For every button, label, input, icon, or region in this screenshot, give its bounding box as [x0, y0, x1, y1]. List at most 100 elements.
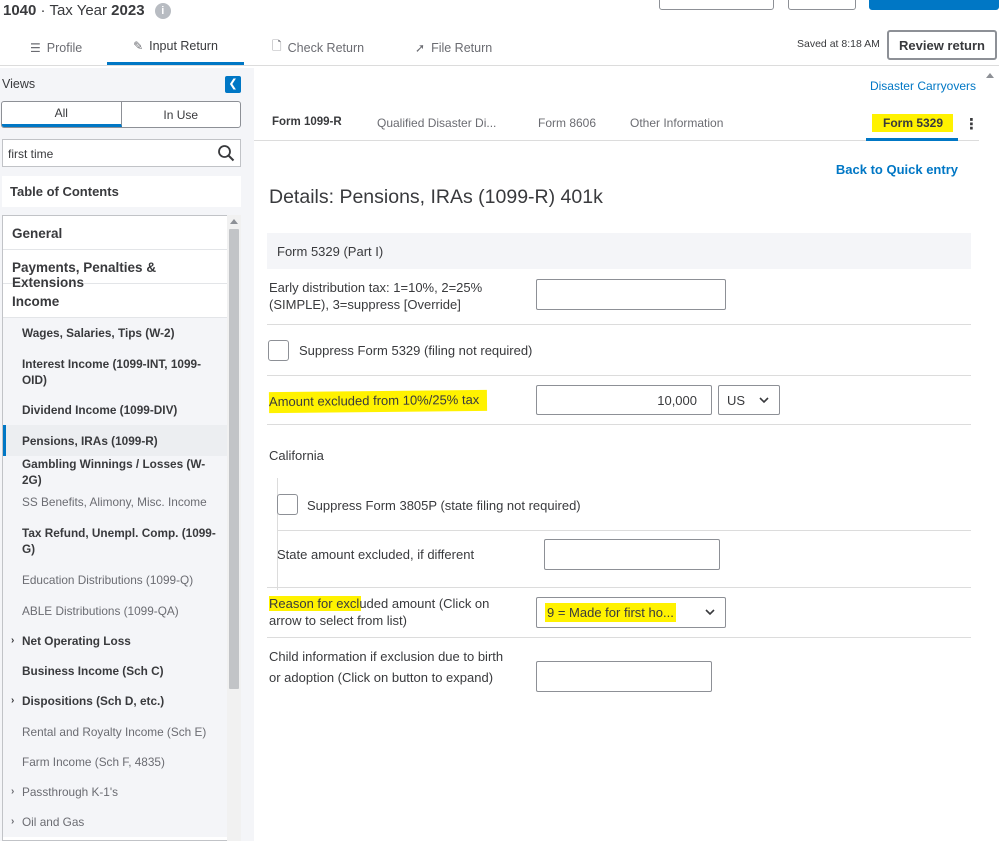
sidebar-nav-item[interactable]: Dividend Income (1099-DIV)	[3, 395, 227, 425]
sidebar-nav-item[interactable]: Interest Income (1099-INT, 1099-OID)	[3, 348, 227, 395]
header-button-1[interactable]	[659, 0, 774, 10]
sidebar-nav-item[interactable]: Business Income (Sch C)	[3, 656, 227, 686]
child-info-input[interactable]	[536, 661, 712, 692]
view-all-button[interactable]: All	[2, 102, 122, 127]
divider	[267, 375, 971, 376]
chevron-right-icon[interactable]: ›	[11, 693, 14, 709]
views-toggle: All In Use	[1, 101, 241, 128]
sidebar-nav-item-label: Gambling Winnings / Losses (W-2G)	[22, 456, 206, 487]
sidebar-nav-item-label: Pensions, IRAs (1099-R)	[22, 433, 158, 448]
header-button-2[interactable]	[788, 0, 856, 10]
main-scrollbar[interactable]	[981, 68, 999, 841]
form-tab-other-information[interactable]: Other Information	[630, 116, 723, 130]
sidebar-nav-item[interactable]: › Passthrough K-1's	[3, 777, 227, 807]
review-return-button[interactable]: Review return	[887, 30, 997, 60]
sidebar-nav-item-label: Farm Income (Sch F, 4835)	[22, 755, 165, 769]
sidebar-nav-item[interactable]: Gambling Winnings / Losses (W-2G)	[3, 456, 227, 487]
toc-search	[2, 139, 241, 167]
sidebar-nav-item[interactable]: › Oil and Gas	[3, 807, 227, 837]
sidebar-nav-item[interactable]: Education Distributions (1099-Q)	[3, 564, 227, 595]
sidebar-nav-item[interactable]: Wages, Salaries, Tips (W-2)	[3, 318, 227, 348]
tax-year: 2023	[111, 2, 145, 19]
sidebar-nav-item-label: Passthrough K-1's	[22, 785, 119, 799]
tax-year-label: Tax Year	[49, 2, 107, 19]
sidebar-nav-item[interactable]: › Net Operating Loss	[3, 626, 227, 656]
collapse-sidebar-icon[interactable]: ❮	[225, 76, 241, 93]
saved-status: Saved at 8:18 AM	[797, 38, 880, 50]
sidebar-nav-item[interactable]: Pensions, IRAs (1099-R)	[3, 425, 227, 456]
toc-category-payments[interactable]: Payments, Penalties & Extensions	[3, 250, 227, 290]
currency-value: US	[727, 392, 746, 408]
back-to-quick-entry-link[interactable]: Back to Quick entry	[836, 162, 958, 177]
reason-excluded-label: Reason for excluded amount (Click on arr…	[269, 596, 490, 628]
chevron-right-icon[interactable]: ›	[11, 633, 14, 649]
state-amount-input[interactable]	[544, 539, 720, 570]
sidebar-nav-item-label: ABLE Distributions (1099-QA)	[22, 603, 179, 618]
divider	[267, 587, 971, 588]
tab-input-return[interactable]: ✎ Input Return	[107, 30, 244, 65]
chevron-right-icon[interactable]: ›	[11, 814, 14, 830]
edit-icon: ✎	[133, 39, 144, 53]
scroll-up-icon[interactable]	[986, 73, 994, 78]
toc-list: General Payments, Penalties & Extensions…	[2, 215, 227, 841]
chevron-down-icon	[759, 397, 769, 404]
currency-select[interactable]: US	[718, 385, 780, 415]
divider	[267, 424, 971, 425]
search-icon[interactable]	[217, 144, 235, 162]
sidebar-nav-item[interactable]: ABLE Distributions (1099-QA)	[3, 595, 227, 626]
return-title: 1040 · Tax Year 2023 i	[3, 2, 171, 19]
chevron-right-icon[interactable]: ›	[11, 784, 14, 800]
tab-check-return[interactable]: 🗋 Check Return	[272, 30, 364, 65]
more-options-icon[interactable]: ⋮	[964, 115, 979, 133]
toc-category-general[interactable]: General	[3, 216, 227, 250]
tab-file-return[interactable]: ➚ File Return	[415, 30, 492, 65]
disaster-carryovers-link[interactable]: Disaster Carryovers	[870, 79, 976, 93]
scroll-up-icon[interactable]	[230, 219, 238, 224]
sidebar-nav-item-label: Wages, Salaries, Tips (W-2)	[22, 326, 175, 340]
sidebar-nav-item-label: SS Benefits, Alimony, Misc. Income	[22, 495, 207, 509]
sidebar-scrollbar[interactable]	[227, 215, 241, 841]
form-tab-8606[interactable]: Form 8606	[538, 116, 596, 130]
sidebar-nav-item-label: Interest Income (1099-INT, 1099-OID)	[22, 356, 201, 387]
header-primary-button[interactable]	[869, 0, 999, 10]
sidebar-nav-item[interactable]: Farm Income (Sch F, 4835)	[3, 747, 227, 777]
info-icon[interactable]: i	[154, 3, 171, 19]
sidebar-nav-item[interactable]: SS Benefits, Alimony, Misc. Income	[3, 487, 227, 517]
suppress-5329-label: Suppress Form 5329 (filing not required)	[299, 343, 533, 358]
suppress-5329-checkbox[interactable]	[268, 340, 289, 361]
views-label: Views	[2, 77, 36, 91]
page-title: Details: Pensions, IRAs (1099-R) 401k	[269, 186, 603, 208]
sidebar-nav-item-label: Rental and Royalty Income (Sch E)	[22, 724, 207, 739]
amount-excluded-input[interactable]	[536, 385, 712, 415]
sidebar-nav-item[interactable]: Tax Refund, Unempl. Comp. (1099-G)	[3, 517, 227, 564]
sidebar-nav-item-label: Net Operating Loss	[22, 634, 131, 648]
suppress-3805p-checkbox[interactable]	[277, 494, 298, 515]
california-group	[277, 478, 971, 590]
app-header: 1040 · Tax Year 2023 i	[0, 0, 999, 30]
view-in-use-button[interactable]: In Use	[122, 102, 241, 127]
sidebar-nav-item[interactable]: Rental and Royalty Income (Sch E)	[3, 716, 227, 747]
reason-excluded-value: 9 = Made for first ho...	[545, 603, 676, 622]
scrollbar-thumb[interactable]	[229, 229, 239, 689]
sidebar: Views ❮ All In Use Table of Contents Gen…	[0, 68, 254, 841]
early-distribution-input[interactable]	[536, 279, 726, 310]
form-tabs: Form 1099-R Qualified Disaster Di... For…	[254, 106, 979, 141]
child-info-label: Child information if exclusion due to bi…	[269, 649, 504, 685]
suppress-3805p-label: Suppress Form 3805P (state filing not re…	[307, 498, 581, 513]
sidebar-nav-item-label: Tax Refund, Unempl. Comp. (1099-G)	[22, 525, 216, 556]
sidebar-nav-item[interactable]: › Dispositions (Sch D, etc.)	[3, 686, 227, 716]
divider	[267, 324, 971, 325]
title-separator: ·	[40, 2, 46, 19]
main-panel: Disaster Carryovers Form 1099-R Qualifie…	[254, 68, 999, 841]
form-tab-1099r[interactable]: Form 1099-R	[272, 116, 342, 128]
form-tab-qualified-disaster[interactable]: Qualified Disaster Di...	[377, 116, 496, 130]
send-icon: ➚	[415, 40, 426, 55]
reason-excluded-select[interactable]: 9 = Made for first ho...	[536, 597, 726, 628]
form-number: 1040	[3, 2, 37, 19]
tab-profile[interactable]: ☰ Profile	[30, 30, 82, 65]
toc-search-input[interactable]	[8, 145, 208, 162]
divider	[277, 530, 971, 531]
form-tab-5329[interactable]: Form 5329	[872, 114, 954, 132]
amount-excluded-label: Amount excluded from 10%/25% tax	[268, 389, 488, 414]
sidebar-nav-item-label: Oil and Gas	[22, 815, 85, 829]
